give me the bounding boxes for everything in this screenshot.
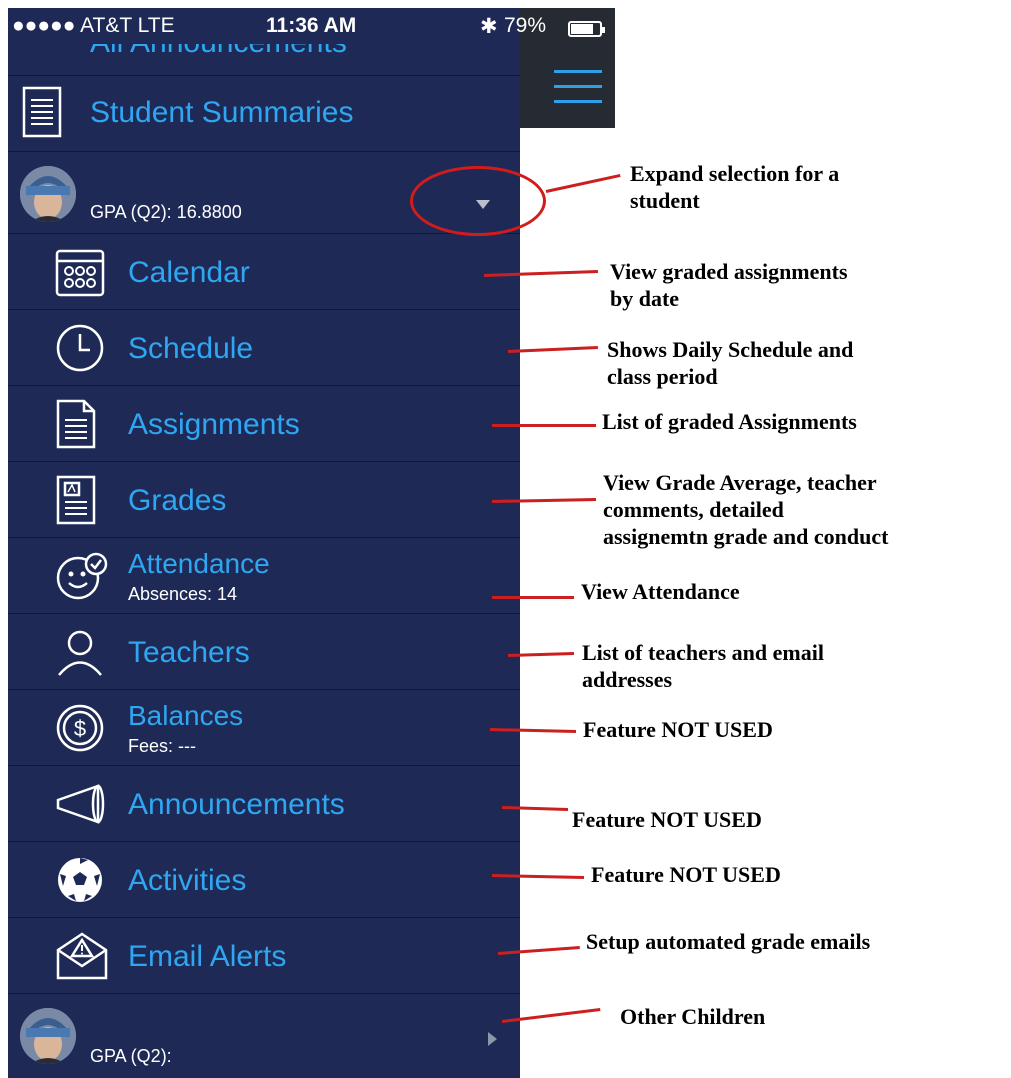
- menu-item-subtext: Fees: ---: [128, 736, 197, 756]
- document-list-icon: [22, 86, 62, 138]
- grades-document-icon: [54, 474, 98, 526]
- clock-icon: [54, 322, 106, 374]
- annotation-email-alerts: Setup automated grade emails: [586, 929, 871, 954]
- menu-item-label: Schedule: [128, 332, 254, 365]
- menu-item-calendar[interactable]: Calendar: [8, 234, 520, 310]
- menu-item-announcements[interactable]: Announcements: [8, 766, 520, 842]
- phone-screenshot: ●●●●● AT&T LTE 11:36 AM ✱ 79% All Announ…: [0, 0, 615, 1078]
- annotation-expand: Expand selection for a student: [630, 161, 840, 213]
- menu-item-label: Announcements: [128, 788, 345, 821]
- person-icon: [54, 626, 106, 678]
- menu-item-attendance[interactable]: Attendance Absences: 14: [8, 538, 520, 614]
- annotation-teachers: List of teachers and email addresses: [582, 640, 824, 692]
- menu-item-assignments[interactable]: Assignments: [8, 386, 520, 462]
- menu-item-label: Email Alerts: [128, 940, 287, 973]
- menu-item-all-announcements[interactable]: All Announcements: [8, 44, 520, 76]
- soccer-ball-icon: [54, 854, 106, 906]
- menu-item-balances[interactable]: $ Balances Fees: ---: [8, 690, 520, 766]
- menu-item-label: Grades: [128, 484, 227, 517]
- student-gpa: GPA (Q2):: [90, 1046, 172, 1066]
- menu-item-label: Attendance: [128, 548, 270, 579]
- annotation-pointer-line: [492, 596, 574, 599]
- bluetooth-icon: ✱: [480, 15, 498, 38]
- battery-icon: [568, 21, 605, 37]
- envelope-alert-icon: [54, 930, 110, 982]
- status-bar: ●●●●● AT&T LTE 11:36 AM ✱ 79%: [8, 8, 615, 44]
- menu-item-label: Teachers: [128, 636, 250, 669]
- clock: 11:36 AM: [266, 14, 357, 37]
- highlight-ellipse: [410, 166, 546, 236]
- annotation-grades: View Grade Average, teacher comments, det…: [603, 470, 889, 549]
- menu-item-schedule[interactable]: Schedule: [8, 310, 520, 386]
- calendar-icon: [54, 246, 106, 298]
- annotation-other-children: Other Children: [620, 1004, 766, 1029]
- menu-item-subtext: Absences: 14: [128, 584, 238, 604]
- student-gpa: GPA (Q2): 16.8800: [90, 202, 242, 222]
- annotation-balances: Feature NOT USED: [583, 717, 773, 742]
- avatar: [20, 166, 76, 222]
- carrier-label: ●●●●● AT&T LTE: [12, 14, 175, 37]
- menu-item-label: Calendar: [128, 256, 250, 289]
- avatar: [20, 1008, 76, 1064]
- annotation-calendar: View graded assignments by date: [610, 259, 848, 311]
- menu-item-grades[interactable]: Grades: [8, 462, 520, 538]
- annotation-pointer-line: [492, 424, 596, 427]
- hamburger-menu-icon[interactable]: [554, 70, 602, 106]
- menu-item-label: All Announcements: [90, 44, 347, 60]
- annotation-attendance: View Attendance: [581, 579, 740, 604]
- battery-percent: 79%: [504, 14, 547, 37]
- menu-item-label: Balances: [128, 700, 244, 731]
- dollar-coin-icon: $: [54, 702, 106, 754]
- menu-item-label: Student Summaries: [90, 96, 354, 129]
- menu-item-email-alerts[interactable]: Email Alerts: [8, 918, 520, 994]
- menu-item-teachers[interactable]: Teachers: [8, 614, 520, 690]
- chevron-right-icon[interactable]: [488, 1032, 498, 1046]
- menu-item-label: Activities: [128, 864, 247, 897]
- other-student-row[interactable]: GPA (Q2):: [8, 994, 520, 1078]
- annotation-announcements: Feature NOT USED: [572, 807, 762, 832]
- annotation-assignments: List of graded Assignments: [602, 409, 857, 434]
- menu-item-student-summaries[interactable]: Student Summaries: [8, 76, 520, 152]
- menu-item-activities[interactable]: Activities: [8, 842, 520, 918]
- svg-text:$: $: [74, 716, 86, 741]
- annotation-activities: Feature NOT USED: [591, 862, 781, 887]
- menu-item-label: Assignments: [128, 408, 300, 441]
- document-icon: [54, 398, 98, 450]
- annotation-schedule: Shows Daily Schedule and class period: [607, 337, 854, 389]
- smiley-check-icon: [54, 550, 110, 602]
- megaphone-icon: [54, 778, 110, 830]
